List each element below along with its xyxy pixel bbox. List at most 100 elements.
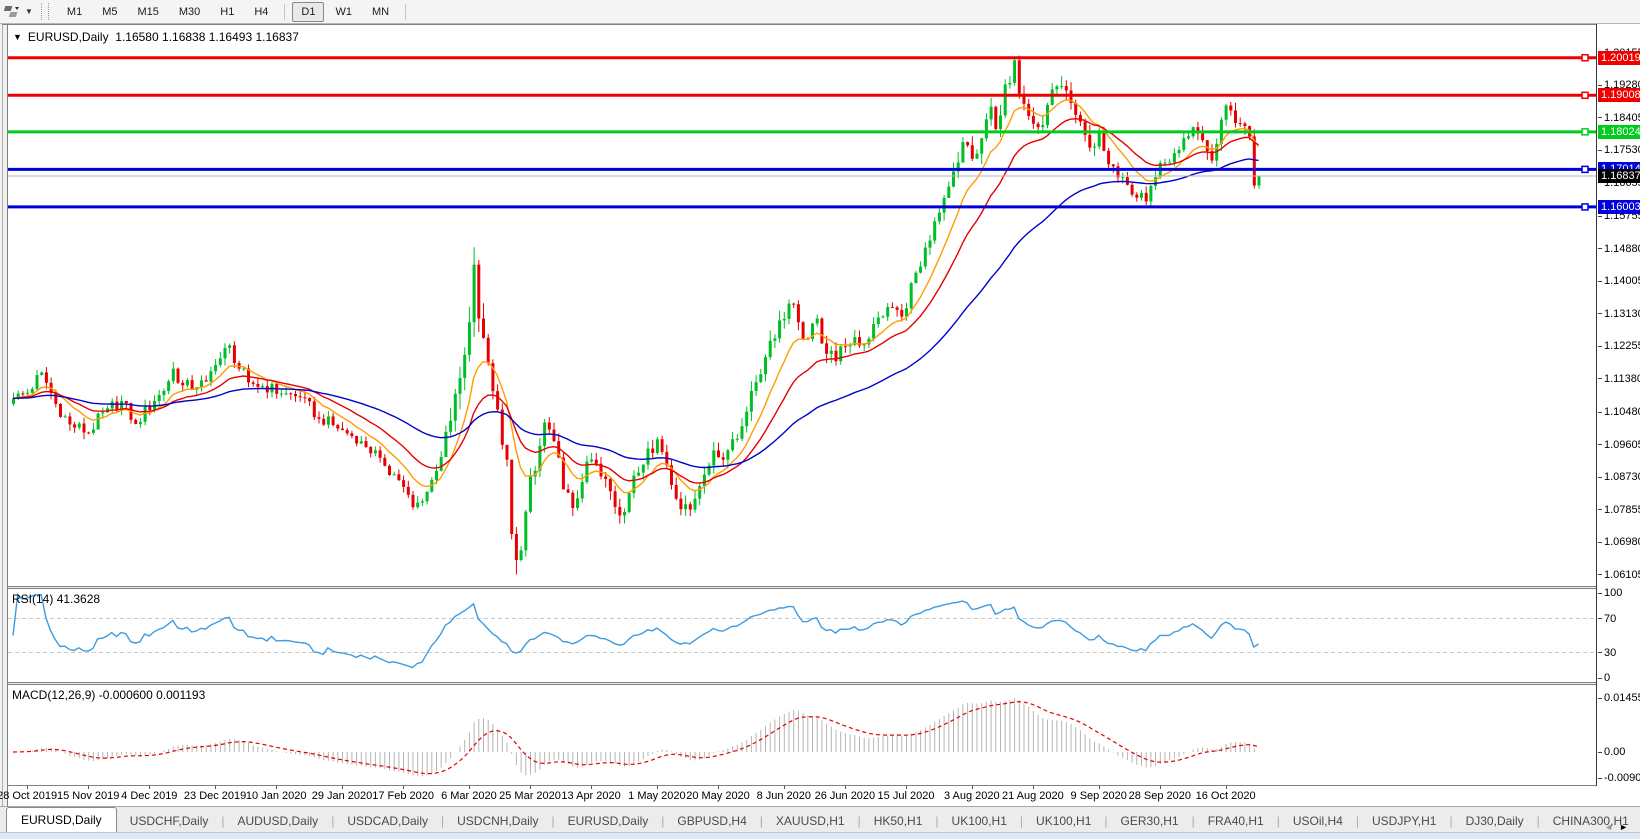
chart-tab-usoil-h4[interactable]: USOil,H4	[1280, 810, 1356, 833]
chart-tab-xauusd-h1[interactable]: XAUUSD,H1	[763, 810, 858, 833]
price-tick: 1.10480	[1598, 406, 1640, 418]
date-tick	[845, 786, 846, 789]
date-label: 26 Jun 2020	[815, 790, 876, 802]
price-tick: 1.06105	[1598, 569, 1640, 581]
price-chart-svg	[8, 25, 1597, 586]
current-price-badge: 1.16837	[1598, 169, 1640, 183]
hline-handle-1.17014[interactable]	[1582, 166, 1588, 172]
chart-tab-hk50-h1[interactable]: HK50,H1	[861, 810, 936, 833]
hline-handle-1.19008[interactable]	[1582, 92, 1588, 98]
timeframe-button-mn[interactable]: MN	[363, 2, 398, 22]
hline-handle-1.20019[interactable]	[1582, 55, 1588, 61]
date-label: 25 Mar 2020	[499, 790, 561, 802]
date-tick	[1160, 786, 1161, 789]
chart-tab-gbpusd-h4[interactable]: GBPUSD,H4	[664, 810, 759, 833]
date-axis[interactable]: 28 Oct 201915 Nov 20194 Dec 201923 Dec 2…	[8, 786, 1640, 806]
chart-tab-usdjpy-h1[interactable]: USDJPY,H1	[1359, 810, 1449, 833]
chart-tab-uk100-h1[interactable]: UK100,H1	[939, 810, 1020, 833]
date-label: 28 Oct 2019	[0, 790, 57, 802]
macd-axis-tick: -0.009001	[1598, 772, 1640, 784]
chart-tab-fra40-h1[interactable]: FRA40,H1	[1195, 810, 1277, 833]
charts-toolbar-icon[interactable]	[4, 4, 24, 20]
date-label: 15 Nov 2019	[57, 790, 119, 802]
macd-pane[interactable]	[8, 685, 1597, 785]
toolbar-separator	[284, 4, 285, 20]
price-tick: 1.13130	[1598, 308, 1640, 320]
chart-tab-eurusd-daily[interactable]: EURUSD,Daily	[6, 807, 117, 833]
timeframe-button-m5[interactable]: M5	[93, 2, 126, 22]
date-label: 21 Aug 2020	[1002, 790, 1064, 802]
date-tick	[1099, 786, 1100, 789]
chart-tab-audusd-daily[interactable]: AUDUSD,Daily	[225, 810, 332, 833]
price-tick: 1.12255	[1598, 340, 1640, 352]
timeframe-button-m30[interactable]: M30	[170, 2, 209, 22]
price-badge-1.19008: 1.19008	[1598, 88, 1640, 102]
chart-tab-usdchf-daily[interactable]: USDCHF,Daily	[117, 810, 222, 833]
rsi-pane[interactable]	[8, 589, 1597, 682]
price-tick: 1.06980	[1598, 536, 1640, 548]
chart-tab-usdcnh-daily[interactable]: USDCNH,Daily	[444, 810, 551, 833]
moving-average-ma-mid	[13, 119, 1259, 483]
date-tick	[1033, 786, 1034, 789]
date-label: 8 Jun 2020	[757, 790, 811, 802]
rsi-axis-tick: 30	[1598, 647, 1616, 659]
price-tick: 1.11380	[1598, 373, 1640, 385]
chart-tab-dj30-daily[interactable]: DJ30,Daily	[1453, 810, 1537, 833]
price-badge-1.16003: 1.16003	[1598, 200, 1640, 214]
date-label: 16 Oct 2020	[1196, 790, 1256, 802]
date-label: 3 Aug 2020	[944, 790, 1000, 802]
date-tick	[27, 786, 28, 789]
price-tick: 1.07855	[1598, 504, 1640, 516]
chart-tabbar: EURUSD,DailyUSDCHF,Daily|AUDUSD,Daily|US…	[0, 806, 1640, 833]
timeframe-button-m15[interactable]: M15	[128, 2, 167, 22]
date-tick	[657, 786, 658, 789]
ohlc-low: 1.16493	[209, 30, 252, 44]
date-label: 13 Apr 2020	[561, 790, 620, 802]
timeframe-button-w1[interactable]: W1	[326, 2, 361, 22]
date-label: 20 May 2020	[686, 790, 750, 802]
date-tick	[342, 786, 343, 789]
date-label: 17 Feb 2020	[372, 790, 434, 802]
price-badge-1.18024: 1.18024	[1598, 125, 1640, 139]
timeframe-buttons: M1M5M15M30H1H4 D1W1MN	[57, 2, 412, 22]
price-tick: 1.17530	[1598, 144, 1640, 156]
rsi-value: 41.3628	[57, 592, 100, 606]
macd-label: MACD(12,26,9) -0.000600 0.001193	[12, 688, 205, 702]
date-tick	[149, 786, 150, 789]
ohlc-open: 1.16580	[115, 30, 158, 44]
pane-separator-2a[interactable]	[8, 682, 1640, 683]
chart-tab-ger30-h1[interactable]: GER30,H1	[1108, 810, 1192, 833]
collapse-caret-icon[interactable]: ▼	[13, 32, 22, 42]
ohlc-high: 1.16838	[162, 30, 205, 44]
date-tick	[718, 786, 719, 789]
price-pane[interactable]	[8, 25, 1597, 586]
toolbar-grip[interactable]	[41, 3, 49, 20]
date-tick	[530, 786, 531, 789]
timeframe-button-d1[interactable]: D1	[292, 2, 324, 22]
toolbar-dropdown-caret[interactable]: ▼	[25, 7, 33, 16]
macd-histogram	[14, 698, 1260, 776]
timeframe-button-m1[interactable]: M1	[58, 2, 91, 22]
chart-tab-eurusd-daily[interactable]: EURUSD,Daily	[555, 810, 662, 833]
hline-handle-1.16003[interactable]	[1582, 204, 1588, 210]
date-tick	[403, 786, 404, 789]
macd-chart-svg	[8, 685, 1597, 785]
date-label: 28 Sep 2020	[1129, 790, 1191, 802]
date-label: 6 Mar 2020	[441, 790, 497, 802]
price-tick: 1.18405	[1598, 112, 1640, 124]
window-outer-border-left	[2, 24, 3, 806]
tab-scroll-right-icon[interactable]: ►	[1619, 822, 1634, 832]
rsi-axis-tick: 70	[1598, 613, 1616, 625]
tab-scroll-left-icon[interactable]: ◄	[1604, 822, 1619, 832]
date-tick	[469, 786, 470, 789]
price-axis[interactable]: 1.201551.192801.184051.175301.166551.157…	[1597, 24, 1640, 786]
timeframe-button-h1[interactable]: H1	[211, 2, 243, 22]
date-tick	[276, 786, 277, 789]
pane-separator-1a[interactable]	[8, 586, 1640, 587]
tab-scroll-arrows: ◄►	[1604, 822, 1634, 832]
chart-tab-uk100-h1[interactable]: UK100,H1	[1023, 810, 1104, 833]
hline-handle-1.18024[interactable]	[1582, 129, 1588, 135]
moving-average-ma-slow	[13, 159, 1259, 468]
chart-tab-usdcad-daily[interactable]: USDCAD,Daily	[334, 810, 441, 833]
timeframe-button-h4[interactable]: H4	[245, 2, 277, 22]
